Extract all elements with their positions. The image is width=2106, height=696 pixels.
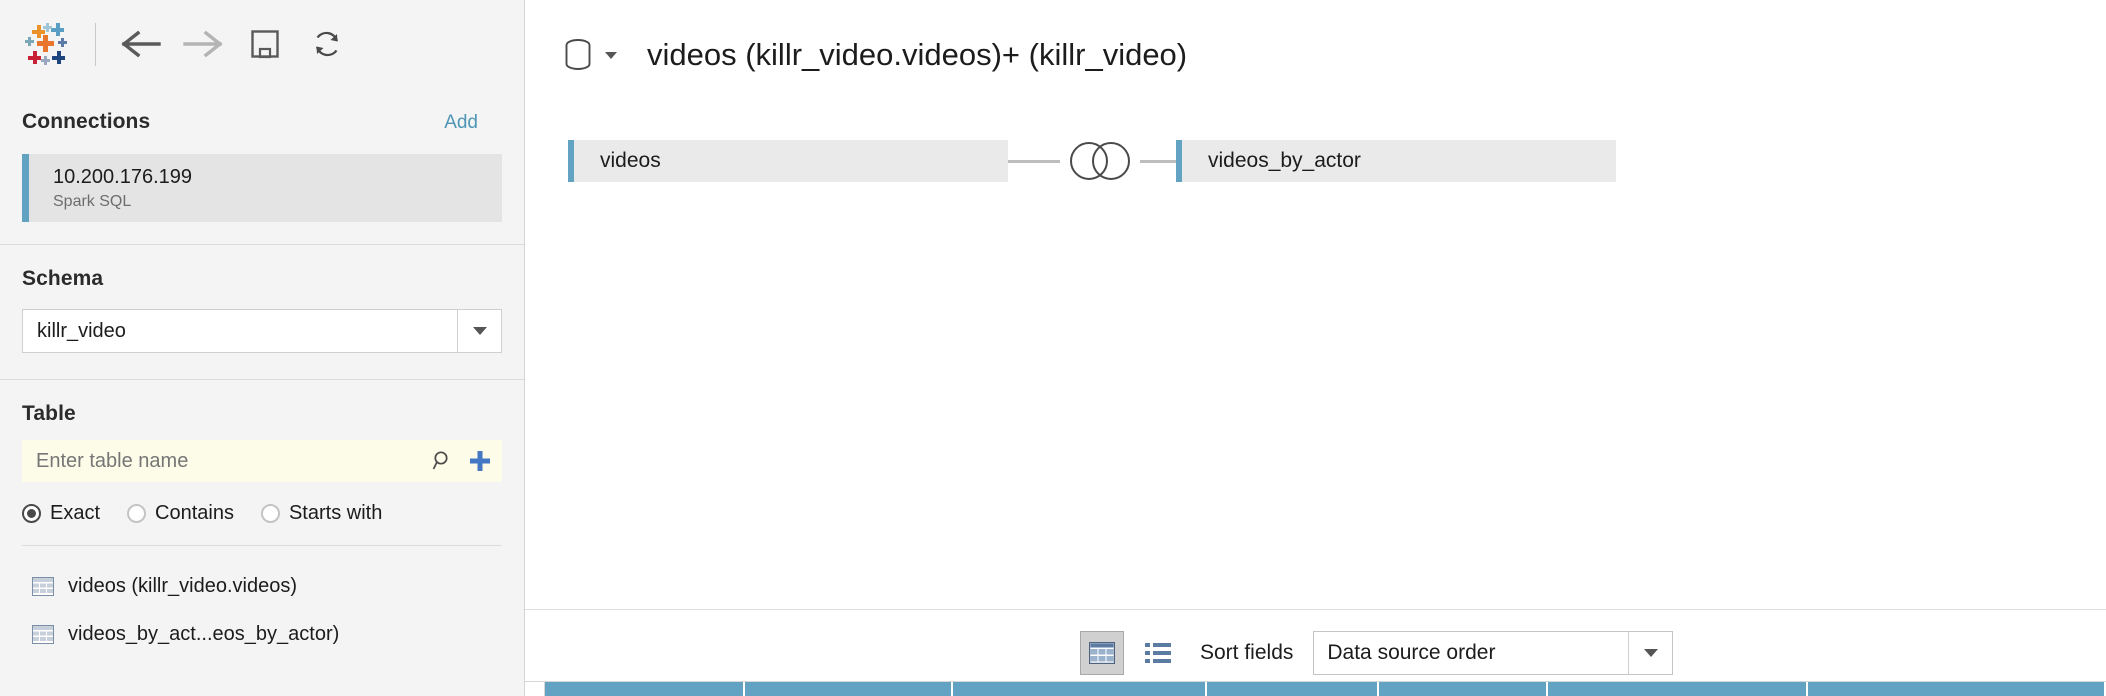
radio-icon-exact (22, 504, 41, 523)
schema-select[interactable]: killr_video (22, 309, 502, 353)
join-table-left[interactable]: videos (568, 140, 1008, 182)
sort-fields-label: Sort fields (1200, 641, 1294, 664)
join-row: videos videos_by_actor (568, 140, 2106, 182)
list-view-icon (1145, 642, 1171, 664)
join-table-right[interactable]: videos_by_actor (1176, 140, 1616, 182)
top-toolbar (0, 0, 524, 88)
tables-list: videos (killr_video.videos) videos_by_ac… (0, 546, 524, 658)
grid-view-toggle[interactable] (1080, 631, 1124, 675)
save-button[interactable] (234, 13, 296, 75)
schema-selected-value: killr_video (37, 319, 126, 342)
inner-join-venn-icon[interactable] (1060, 137, 1140, 185)
canvas-empty-area (525, 310, 2106, 609)
radio-icon-starts-with (260, 504, 280, 523)
radio-icon-contains (127, 504, 147, 523)
save-icon (251, 30, 279, 59)
table-list-item-label: videos_by_act...eos_by_actor) (68, 622, 340, 645)
add-connection-link[interactable]: Add (444, 112, 478, 134)
canvas-header: videos (killr_video.videos)+ (killr_vide… (525, 0, 2106, 74)
join-diagram: videos videos_by_actor (525, 140, 2106, 310)
refresh-button[interactable] (296, 13, 358, 75)
radio-option-starts-with[interactable]: Starts with (260, 502, 383, 525)
search-input[interactable] (36, 449, 432, 473)
connections-section: Connections Add 10.200.176.199 Spark SQL (0, 88, 524, 244)
data-grid-column-header[interactable] (1379, 682, 1548, 696)
radio-label-contains: Contains (155, 502, 234, 524)
radio-option-exact[interactable]: Exact (22, 502, 100, 525)
connection-item-selected[interactable]: 10.200.176.199 Spark SQL (22, 154, 502, 222)
join-table-left-label: videos (600, 149, 661, 172)
radio-label-starts-with: Starts with (288, 502, 383, 524)
table-section: Table Enter table name Exact Contains St… (0, 380, 524, 546)
connections-heading: Connections (22, 110, 151, 133)
grid-view-icon (1089, 642, 1115, 664)
data-grid-column-header[interactable] (545, 682, 745, 696)
radio-label-exact: Exact (50, 502, 101, 524)
tableau-logo[interactable] (18, 16, 74, 72)
table-icon (32, 576, 54, 596)
sort-fields-select[interactable]: Data source order (1313, 631, 1674, 675)
forward-button[interactable] (172, 13, 234, 75)
schema-section: Schema killr_video (0, 245, 524, 379)
connection-type: Spark SQL (53, 193, 132, 210)
database-dropdown-caret[interactable] (605, 51, 617, 59)
table-list-item[interactable]: videos (killr_video.videos) (0, 562, 524, 610)
schema-heading: Schema (22, 267, 104, 290)
tableau-logo-icon (25, 23, 67, 65)
data-grid-column-header[interactable] (1207, 682, 1379, 696)
arrow-right-icon (183, 30, 223, 58)
tableau-data-source-page: Connections Add 10.200.176.199 Spark SQL… (0, 0, 2106, 696)
join-connector-right (1140, 159, 1176, 163)
data-grid-column-header[interactable] (1808, 682, 2106, 696)
left-sidebar: Connections Add 10.200.176.199 Spark SQL… (0, 0, 525, 696)
connection-name: 10.200.176.199 (53, 166, 193, 188)
join-connector-left (1008, 159, 1060, 163)
chevron-down-icon (472, 327, 487, 335)
main-canvas: videos (killr_video.videos)+ (killr_vide… (525, 0, 2106, 696)
table-list-item-label: videos (killr_video.videos) (68, 574, 297, 597)
data-grid-column-header[interactable] (1548, 682, 1808, 696)
data-grid-column-header[interactable] (953, 682, 1207, 696)
connections-header-row: Connections Add (22, 110, 502, 134)
toolbar-divider (95, 22, 96, 66)
schema-dropdown-arrow[interactable] (457, 310, 501, 352)
database-icon (563, 36, 593, 74)
page-title: videos (killr_video.videos)+ (killr_vide… (647, 37, 1188, 72)
refresh-icon (315, 31, 339, 57)
table-search-box[interactable] (22, 440, 502, 482)
match-mode-radio-group: Exact Contains Starts with (22, 502, 502, 525)
plus-icon[interactable] (468, 449, 492, 473)
back-button[interactable] (110, 13, 172, 75)
join-table-right-label: videos_by_actor (1208, 149, 1361, 172)
chevron-down-icon (1643, 649, 1658, 657)
arrow-left-icon (121, 30, 161, 58)
radio-option-contains[interactable]: Contains (127, 502, 234, 525)
sort-fields-selected-value: Data source order (1327, 641, 1496, 664)
data-grid-header-row (525, 682, 2106, 696)
table-icon (32, 624, 54, 644)
table-heading: Table (22, 402, 76, 425)
search-icon[interactable] (432, 450, 454, 472)
data-grid-corner-stub (525, 682, 545, 696)
data-grid-column-header[interactable] (745, 682, 953, 696)
list-view-toggle[interactable] (1138, 633, 1178, 673)
table-list-item[interactable]: videos_by_act...eos_by_actor) (0, 610, 524, 658)
sort-dropdown-arrow[interactable] (1628, 632, 1672, 674)
